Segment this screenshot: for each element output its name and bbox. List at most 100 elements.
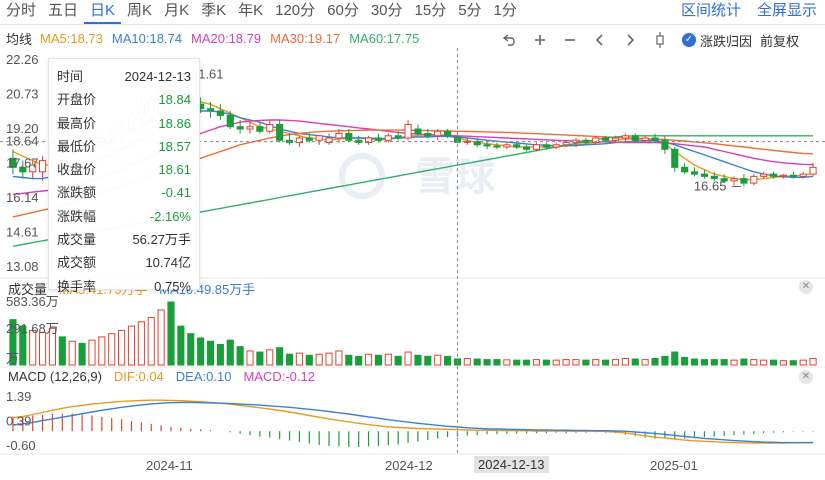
price-label: 13.08	[6, 259, 39, 274]
tooltip-value: -2.16%	[149, 208, 191, 224]
price-label: 14.61	[6, 225, 39, 240]
volume-bar	[602, 359, 610, 366]
tooltip-value: 2024-12-13	[124, 69, 192, 84]
tooltip-row: 开盘价 18.84	[57, 88, 191, 111]
tooltip-value: 0.75%	[154, 278, 191, 294]
candle	[315, 135, 323, 145]
volume-bar	[799, 359, 807, 366]
volume-bar	[710, 359, 718, 366]
tooltip-key: 换手率	[57, 278, 97, 294]
volume-bar	[473, 358, 481, 366]
ma-legend: 均线 MA5:18.73 MA10:18.74 MA20:18.79 MA30:19.…	[0, 28, 428, 48]
volume-bar	[355, 355, 363, 366]
macd-axis-label: 0.39	[6, 414, 31, 429]
macd-dif: DIF:0.04	[113, 369, 164, 384]
tab-8[interactable]: 60分	[321, 0, 365, 24]
zoom-out-icon[interactable]	[560, 30, 580, 50]
volume-bar	[197, 337, 205, 366]
candle-body	[769, 173, 778, 177]
price-label: 16.14	[6, 190, 39, 205]
candle-body	[740, 178, 748, 184]
candle-body	[206, 108, 215, 112]
volume-bar	[305, 354, 313, 366]
volume-bar	[187, 333, 195, 366]
tab-3[interactable]: 周K	[121, 0, 158, 24]
tab-9[interactable]: 30分	[365, 0, 409, 24]
candle-body	[671, 148, 679, 168]
candle-body	[226, 114, 234, 128]
tab-2[interactable]: 日K	[84, 0, 122, 24]
volume-bar	[671, 351, 679, 366]
volume-bar	[552, 359, 560, 366]
macd-dea-line	[12, 401, 814, 444]
volume-bar	[542, 359, 550, 366]
candle-body	[315, 135, 323, 141]
chart-toolbar: ✓ 涨跌归因 前复权	[500, 30, 799, 50]
volume-bar	[127, 325, 136, 366]
check-icon: ✓	[682, 33, 696, 47]
volume-bar	[651, 358, 659, 366]
candle-body	[523, 146, 531, 150]
volume-bar	[394, 355, 402, 366]
volume-bar	[236, 346, 244, 366]
tooltip-row: 换手率 0.75%	[57, 275, 191, 298]
low-label: 16.65	[694, 179, 727, 194]
tab-10[interactable]: 15分	[409, 0, 453, 24]
volume-bar	[404, 351, 412, 366]
scroll-left-icon[interactable]	[590, 30, 610, 50]
watermark-logo	[339, 153, 385, 199]
tab-6[interactable]: 年K	[232, 0, 269, 24]
zoom-in-icon[interactable]	[530, 30, 550, 50]
tab-1[interactable]: 五日	[42, 0, 84, 24]
candle-body	[532, 144, 541, 150]
volume-bar	[315, 353, 323, 366]
price-label: 18.64	[6, 134, 39, 149]
restoration-selector[interactable]: 前复权	[760, 31, 799, 50]
tab-12[interactable]: 1分	[488, 0, 523, 24]
candle-body	[700, 173, 708, 177]
candle-body	[236, 126, 244, 130]
scroll-right-icon[interactable]	[620, 30, 640, 50]
interval-stats-link[interactable]: 区间统计	[681, 0, 741, 22]
tooltip-key: 涨跌额	[57, 185, 97, 201]
volume-bar	[572, 359, 580, 366]
candle	[523, 144, 531, 152]
candle-body	[256, 126, 264, 132]
candle-body	[552, 144, 560, 148]
volume-bar	[364, 353, 373, 366]
volume-bar	[424, 355, 432, 366]
adjusted-option[interactable]: ✓ 涨跌归因 前复权	[682, 31, 799, 50]
tab-5[interactable]: 季K	[195, 0, 232, 24]
tab-11[interactable]: 5分	[452, 0, 487, 24]
candle-body	[493, 145, 501, 148]
price-label: 20.73	[6, 87, 39, 102]
volume-bar	[374, 354, 382, 366]
undo-icon[interactable]	[500, 30, 520, 50]
tab-4[interactable]: 月K	[158, 0, 195, 24]
volume-bars	[9, 301, 817, 366]
volume-close-icon[interactable]: ✕	[799, 280, 813, 294]
tab-0[interactable]: 分时	[0, 0, 42, 24]
volume-bar	[78, 342, 86, 366]
fullscreen-link[interactable]: 全屏显示	[757, 0, 817, 22]
candle	[364, 135, 373, 145]
tooltip-row: 最低价 18.57	[57, 135, 191, 158]
volume-bar	[523, 359, 531, 366]
tab-7[interactable]: 120分	[269, 0, 321, 24]
volume-bar	[147, 316, 155, 366]
x-label: 2024-11	[146, 458, 193, 473]
candle-style-icon[interactable]	[650, 30, 670, 50]
candle-body	[513, 144, 521, 148]
tooltip-row: 时间 2024-12-13	[57, 65, 191, 88]
candle-body	[503, 144, 511, 148]
volume-bar	[295, 352, 303, 366]
macd-axis-label: 1.39	[6, 389, 31, 404]
macd-close-icon[interactable]: ✕	[799, 370, 813, 384]
volume-bar	[434, 354, 442, 366]
candle-body	[266, 123, 274, 132]
candle-body	[424, 133, 432, 137]
volume-bar	[276, 347, 284, 366]
volume-bar	[216, 343, 224, 366]
candle	[760, 171, 768, 179]
candle-body	[444, 130, 452, 137]
